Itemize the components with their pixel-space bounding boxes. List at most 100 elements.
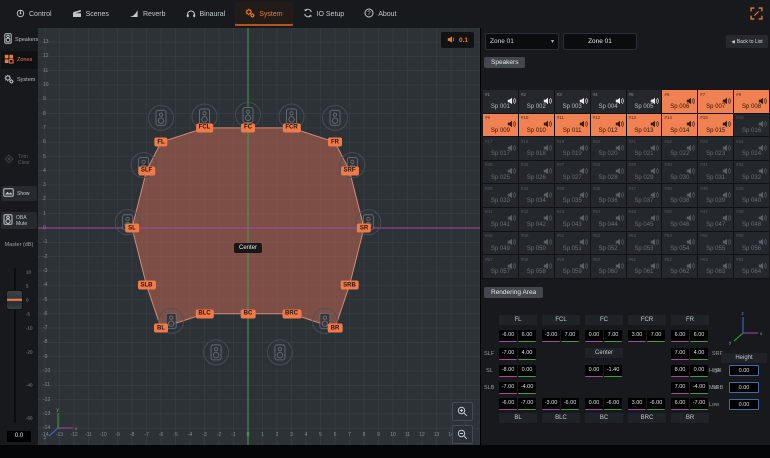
vertex-label-BC[interactable]: BC	[241, 309, 256, 318]
speaker-cell[interactable]: #39Sp 039	[698, 184, 733, 207]
speaker-cell[interactable]: #52Sp 052	[591, 232, 626, 255]
tab-binaural[interactable]: Binaural	[176, 2, 236, 26]
vertex-label-BLC[interactable]: BLC	[195, 309, 213, 318]
zone-name-field[interactable]	[563, 33, 637, 50]
Center-y-field[interactable]: -1.40	[604, 365, 622, 377]
speaker-cell[interactable]: #17Sp 017	[483, 137, 518, 160]
speaker-cell[interactable]: #3Sp 003	[555, 90, 590, 113]
speaker-cell[interactable]: #51Sp 051	[555, 232, 590, 255]
speaker-cell[interactable]: #36Sp 036	[591, 184, 626, 207]
vertex-label-SLF[interactable]: SLF	[138, 166, 155, 175]
sidebar-oba-mute-button[interactable]: OBAMute	[1, 212, 37, 229]
speaker-cell[interactable]: #34Sp 034	[519, 184, 554, 207]
speaker-cell[interactable]: #54Sp 054	[662, 232, 697, 255]
SLB-x-field[interactable]: -7.00	[499, 382, 517, 394]
tab-control[interactable]: Control	[6, 2, 62, 26]
speaker-cell[interactable]: #63Sp 063	[698, 255, 733, 278]
speaker-cell[interactable]: #14Sp 014	[662, 114, 697, 137]
sidebar-item-zones[interactable]: Zones	[1, 51, 37, 69]
FCR-y-field[interactable]: 7.00	[647, 330, 665, 342]
speaker-cell[interactable]: #22Sp 022	[662, 137, 697, 160]
speaker-cell[interactable]: #4Sp 004	[591, 90, 626, 113]
speaker-cell[interactable]: #53Sp 053	[627, 232, 662, 255]
speaker-cell[interactable]: #55Sp 055	[698, 232, 733, 255]
SLF-x-field[interactable]: -7.00	[499, 348, 517, 360]
speaker-cell[interactable]: #42Sp 042	[519, 208, 554, 231]
tab-reverb[interactable]: Reverb	[119, 2, 176, 26]
BR-y-field[interactable]: -7.00	[690, 398, 708, 410]
tab-about[interactable]: ?About	[354, 2, 406, 26]
speaker-cell[interactable]: #61Sp 061	[627, 255, 662, 278]
vertex-label-BR[interactable]: BR	[328, 324, 343, 333]
FR-y-field[interactable]: 6.00	[690, 330, 708, 342]
speaker-cell[interactable]: #48Sp 048	[734, 208, 769, 231]
speaker-cell[interactable]: #1Sp 001	[483, 90, 518, 113]
BC-y-field[interactable]: -6.00	[604, 398, 622, 410]
zone-canvas[interactable]: xyz FLFCLFCFCRFRSLFSRFSLSRSLBSRBBLBLCBCB…	[38, 28, 480, 445]
BRC-x-field[interactable]: 3.00	[628, 398, 646, 410]
speaker-cell[interactable]: #59Sp 059	[555, 255, 590, 278]
speaker-cell[interactable]: #46Sp 046	[662, 208, 697, 231]
speaker-cell[interactable]: #38Sp 038	[662, 184, 697, 207]
tab-scenes[interactable]: Scenes	[62, 2, 119, 26]
speaker-cell[interactable]: #37Sp 037	[627, 184, 662, 207]
SR-x-field[interactable]: 8.00	[671, 365, 689, 377]
speaker-cell[interactable]: #16Sp 016	[734, 114, 769, 137]
zone-select-dropdown[interactable]: Zone 01 ▾	[485, 33, 559, 50]
speaker-cell[interactable]: #21Sp 021	[627, 137, 662, 160]
height-mid-field[interactable]: 0.00	[729, 382, 759, 393]
speaker-cell[interactable]: #24Sp 024	[734, 137, 769, 160]
BC-x-field[interactable]: 0.00	[585, 398, 603, 410]
fader-knob[interactable]	[6, 290, 23, 310]
speaker-cell[interactable]: #60Sp 060	[591, 255, 626, 278]
vertex-label-FR[interactable]: FR	[328, 138, 342, 147]
vertex-label-SLB[interactable]: SLB	[138, 281, 156, 290]
speaker-cell[interactable]: #23Sp 023	[698, 137, 733, 160]
BLC-x-field[interactable]: -3.00	[542, 398, 560, 410]
speaker-cell[interactable]: #29Sp 029	[627, 161, 662, 184]
speaker-cell[interactable]: #62Sp 062	[662, 255, 697, 278]
master-value[interactable]: 0.0	[7, 431, 31, 442]
SL-y-field[interactable]: 0.00	[518, 365, 536, 377]
BL-y-field[interactable]: -7.00	[518, 398, 536, 410]
BRC-y-field[interactable]: -6.00	[647, 398, 665, 410]
center-marker[interactable]: Center	[234, 243, 262, 253]
FCL-y-field[interactable]: 7.00	[561, 330, 579, 342]
speaker-cell[interactable]: #18Sp 018	[519, 137, 554, 160]
BLC-y-field[interactable]: -6.00	[561, 398, 579, 410]
speaker-cell[interactable]: #28Sp 028	[591, 161, 626, 184]
speaker-cell[interactable]: #5Sp 005	[627, 90, 662, 113]
FC-x-field[interactable]: 0.00	[585, 330, 603, 342]
speaker-cell[interactable]: #30Sp 030	[662, 161, 697, 184]
speaker-cell[interactable]: #11Sp 011	[555, 114, 590, 137]
vertex-label-FCR[interactable]: FCR	[282, 123, 300, 132]
speaker-cell[interactable]: #57Sp 057	[483, 255, 518, 278]
speaker-cell[interactable]: #49Sp 049	[483, 232, 518, 255]
vertex-label-SR[interactable]: SR	[357, 224, 371, 233]
SRF-y-field[interactable]: 4.00	[690, 348, 708, 360]
speaker-cell[interactable]: #31Sp 031	[698, 161, 733, 184]
speaker-cell[interactable]: #19Sp 019	[555, 137, 590, 160]
speaker-cell[interactable]: #47Sp 047	[698, 208, 733, 231]
SR-y-field[interactable]: 0.00	[690, 365, 708, 377]
SRB-x-field[interactable]: 7.00	[671, 382, 689, 394]
speaker-cell[interactable]: #7Sp 007	[698, 90, 733, 113]
speaker-cell[interactable]: #58Sp 058	[519, 255, 554, 278]
FCR-x-field[interactable]: 3.00	[628, 330, 646, 342]
speaker-cell[interactable]: #43Sp 043	[555, 208, 590, 231]
vertex-label-BL[interactable]: BL	[154, 324, 168, 333]
vertex-label-BRC[interactable]: BRC	[282, 309, 301, 318]
speaker-cell[interactable]: #25Sp 025	[483, 161, 518, 184]
FL-y-field[interactable]: 6.00	[518, 330, 536, 342]
sidebar-item-system[interactable]: System	[1, 71, 37, 89]
tab-system[interactable]: System	[235, 2, 292, 26]
back-to-list-button[interactable]: ◀ Back to List	[726, 35, 768, 48]
speaker-cell[interactable]: #8Sp 008	[734, 90, 769, 113]
speaker-cell[interactable]: #2Sp 002	[519, 90, 554, 113]
Center-x-field[interactable]: 0.00	[585, 365, 603, 377]
speaker-cell[interactable]: #33Sp 033	[483, 184, 518, 207]
FCL-x-field[interactable]: -3.00	[542, 330, 560, 342]
zoom-out-button[interactable]	[452, 425, 473, 444]
fullscreen-icon[interactable]	[750, 7, 763, 20]
speaker-cell[interactable]: #6Sp 006	[662, 90, 697, 113]
